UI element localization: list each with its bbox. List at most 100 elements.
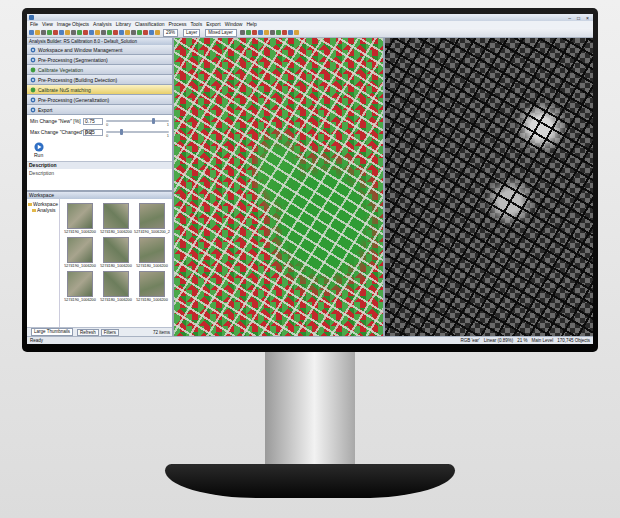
menu-item[interactable]: Image Objects xyxy=(57,21,89,28)
status-item: Linear (0.89%) xyxy=(484,338,514,344)
tool-icon[interactable] xyxy=(276,30,281,35)
menu-item[interactable]: Window xyxy=(225,21,243,28)
step-row[interactable]: Workspace and Window Management xyxy=(27,45,172,55)
elevation-map[interactable] xyxy=(385,38,594,336)
step-row[interactable]: Export xyxy=(27,105,172,115)
workspace-toolbar: Large Thumbnails RefreshFilters 72 items xyxy=(27,327,172,336)
tool-icon[interactable] xyxy=(101,30,106,35)
workspace-button[interactable]: Refresh xyxy=(77,329,99,336)
thumbnail[interactable]: 5274190_1006200 xyxy=(63,237,97,268)
aerial-image xyxy=(139,203,165,229)
window-control[interactable]: □ xyxy=(575,15,582,21)
menu-item[interactable]: Classification xyxy=(135,21,164,28)
step-row[interactable]: Calibrate NuS matching xyxy=(27,85,172,95)
tool-icon[interactable] xyxy=(65,30,70,35)
thumbnail[interactable]: 5274190_1006200_2 xyxy=(135,203,169,234)
slider[interactable]: 01 xyxy=(106,129,169,138)
aerial-image xyxy=(139,237,165,263)
thumbnail[interactable]: 5274180_1006200 xyxy=(99,271,133,302)
product-shot: –□× File View Image Objects Analysis Library… xyxy=(0,0,620,518)
tree-item[interactable]: Workspace xyxy=(28,201,58,207)
window-control[interactable]: – xyxy=(566,15,573,21)
toolbar: 29% Layer Mixed Layer xyxy=(27,28,593,38)
tool-icon[interactable] xyxy=(294,30,299,35)
tool-icon[interactable] xyxy=(53,30,58,35)
step-row[interactable]: Calibrate Vegetation xyxy=(27,65,172,75)
thumbnail[interactable]: 5274180_1006200 xyxy=(99,237,133,268)
tool-icon[interactable] xyxy=(240,30,245,35)
tool-icon[interactable] xyxy=(71,30,76,35)
aerial-image xyxy=(103,237,129,263)
menu-item[interactable]: File xyxy=(30,21,38,28)
menu-item[interactable]: View xyxy=(42,21,53,28)
workspace-button[interactable]: Filters xyxy=(101,329,119,336)
tree-item[interactable]: Analysis xyxy=(28,207,58,213)
monitor-stand xyxy=(265,352,355,464)
thumbnail[interactable]: 5274180_1006200 xyxy=(135,271,169,302)
aerial-image xyxy=(67,237,93,263)
view-mode-dropdown[interactable]: Large Thumbnails xyxy=(31,328,73,336)
tool-icon[interactable] xyxy=(47,30,52,35)
thumbnail-grid: 5274190_1006200 5274180_1006200 5274190_… xyxy=(60,199,172,327)
menu-item[interactable]: Analysis xyxy=(93,21,112,28)
aerial-image xyxy=(103,203,129,229)
tool-icon[interactable] xyxy=(131,30,136,35)
tool-icon[interactable] xyxy=(149,30,154,35)
tool-icon[interactable] xyxy=(258,30,263,35)
app-icon xyxy=(29,15,34,20)
tool-icon[interactable] xyxy=(288,30,293,35)
window-control[interactable]: × xyxy=(584,15,591,21)
thumbnail[interactable]: 5274180_1006200 xyxy=(99,203,133,234)
value-field[interactable]: 0.75 xyxy=(83,118,103,125)
tool-icon[interactable] xyxy=(59,30,64,35)
run-button[interactable]: Run xyxy=(30,140,169,160)
tool-icon[interactable] xyxy=(89,30,94,35)
tool-icon[interactable] xyxy=(270,30,275,35)
tool-icon[interactable] xyxy=(155,30,160,35)
value-field[interactable]: 0.25 xyxy=(83,129,103,136)
gear-icon xyxy=(30,97,36,103)
view-dropdown[interactable]: Mixed Layer xyxy=(205,29,237,37)
thumbnail[interactable]: 5274180_1006200 xyxy=(135,237,169,268)
tool-icon[interactable] xyxy=(282,30,287,35)
tool-icon[interactable] xyxy=(125,30,130,35)
aerial-image xyxy=(139,271,165,297)
tool-icon[interactable] xyxy=(35,30,40,35)
tool-icon[interactable] xyxy=(119,30,124,35)
thumbnail[interactable]: 5274190_1006200 xyxy=(63,271,97,302)
menu-item[interactable]: Export xyxy=(206,21,220,28)
status-bar: Ready RGB 'ear'Linear (0.89%)21 %Main Le… xyxy=(27,336,593,344)
tool-icon[interactable] xyxy=(246,30,251,35)
parameter-area: Min Change "New" [%] 0.75 01Max Change "… xyxy=(27,115,172,162)
tool-icon[interactable] xyxy=(95,30,100,35)
tool-icon[interactable] xyxy=(77,30,82,35)
tool-icon[interactable] xyxy=(264,30,269,35)
menu-item[interactable]: Help xyxy=(246,21,256,28)
tool-icon[interactable] xyxy=(143,30,148,35)
menu-item[interactable]: Library xyxy=(116,21,131,28)
gear-icon xyxy=(30,107,36,113)
slider[interactable]: 01 xyxy=(106,118,169,127)
tool-icon[interactable] xyxy=(252,30,257,35)
tool-icon[interactable] xyxy=(107,30,112,35)
menu-item[interactable]: Tools xyxy=(191,21,203,28)
step-row[interactable]: Pre-Processing (Generalization) xyxy=(27,95,172,105)
tool-icon[interactable] xyxy=(29,30,34,35)
title-bar: –□× xyxy=(27,14,593,21)
zoom-dropdown[interactable]: 29% xyxy=(163,29,178,37)
parameter-row: Max Change "Changed" [%] 0.25 01 xyxy=(30,129,169,138)
tool-icon[interactable] xyxy=(41,30,46,35)
menu-item[interactable]: Process xyxy=(168,21,186,28)
step-row[interactable]: Pre-Processing (Segmentation) xyxy=(27,55,172,65)
monitor: –□× File View Image Objects Analysis Library… xyxy=(22,8,598,352)
step-row[interactable]: Pre-Processing (Building Detection) xyxy=(27,75,172,85)
layer-dropdown[interactable]: Layer xyxy=(183,29,200,37)
status-item: RGB 'ear' xyxy=(460,338,479,344)
tool-icon[interactable] xyxy=(113,30,118,35)
leaf-icon xyxy=(30,87,36,93)
builder-title: Analysis Builder: RS Calibration 8.0 - D… xyxy=(27,38,172,45)
tool-icon[interactable] xyxy=(83,30,88,35)
thumbnail[interactable]: 5274190_1006200 xyxy=(63,203,97,234)
tool-icon[interactable] xyxy=(137,30,142,35)
classification-map[interactable] xyxy=(174,38,383,336)
